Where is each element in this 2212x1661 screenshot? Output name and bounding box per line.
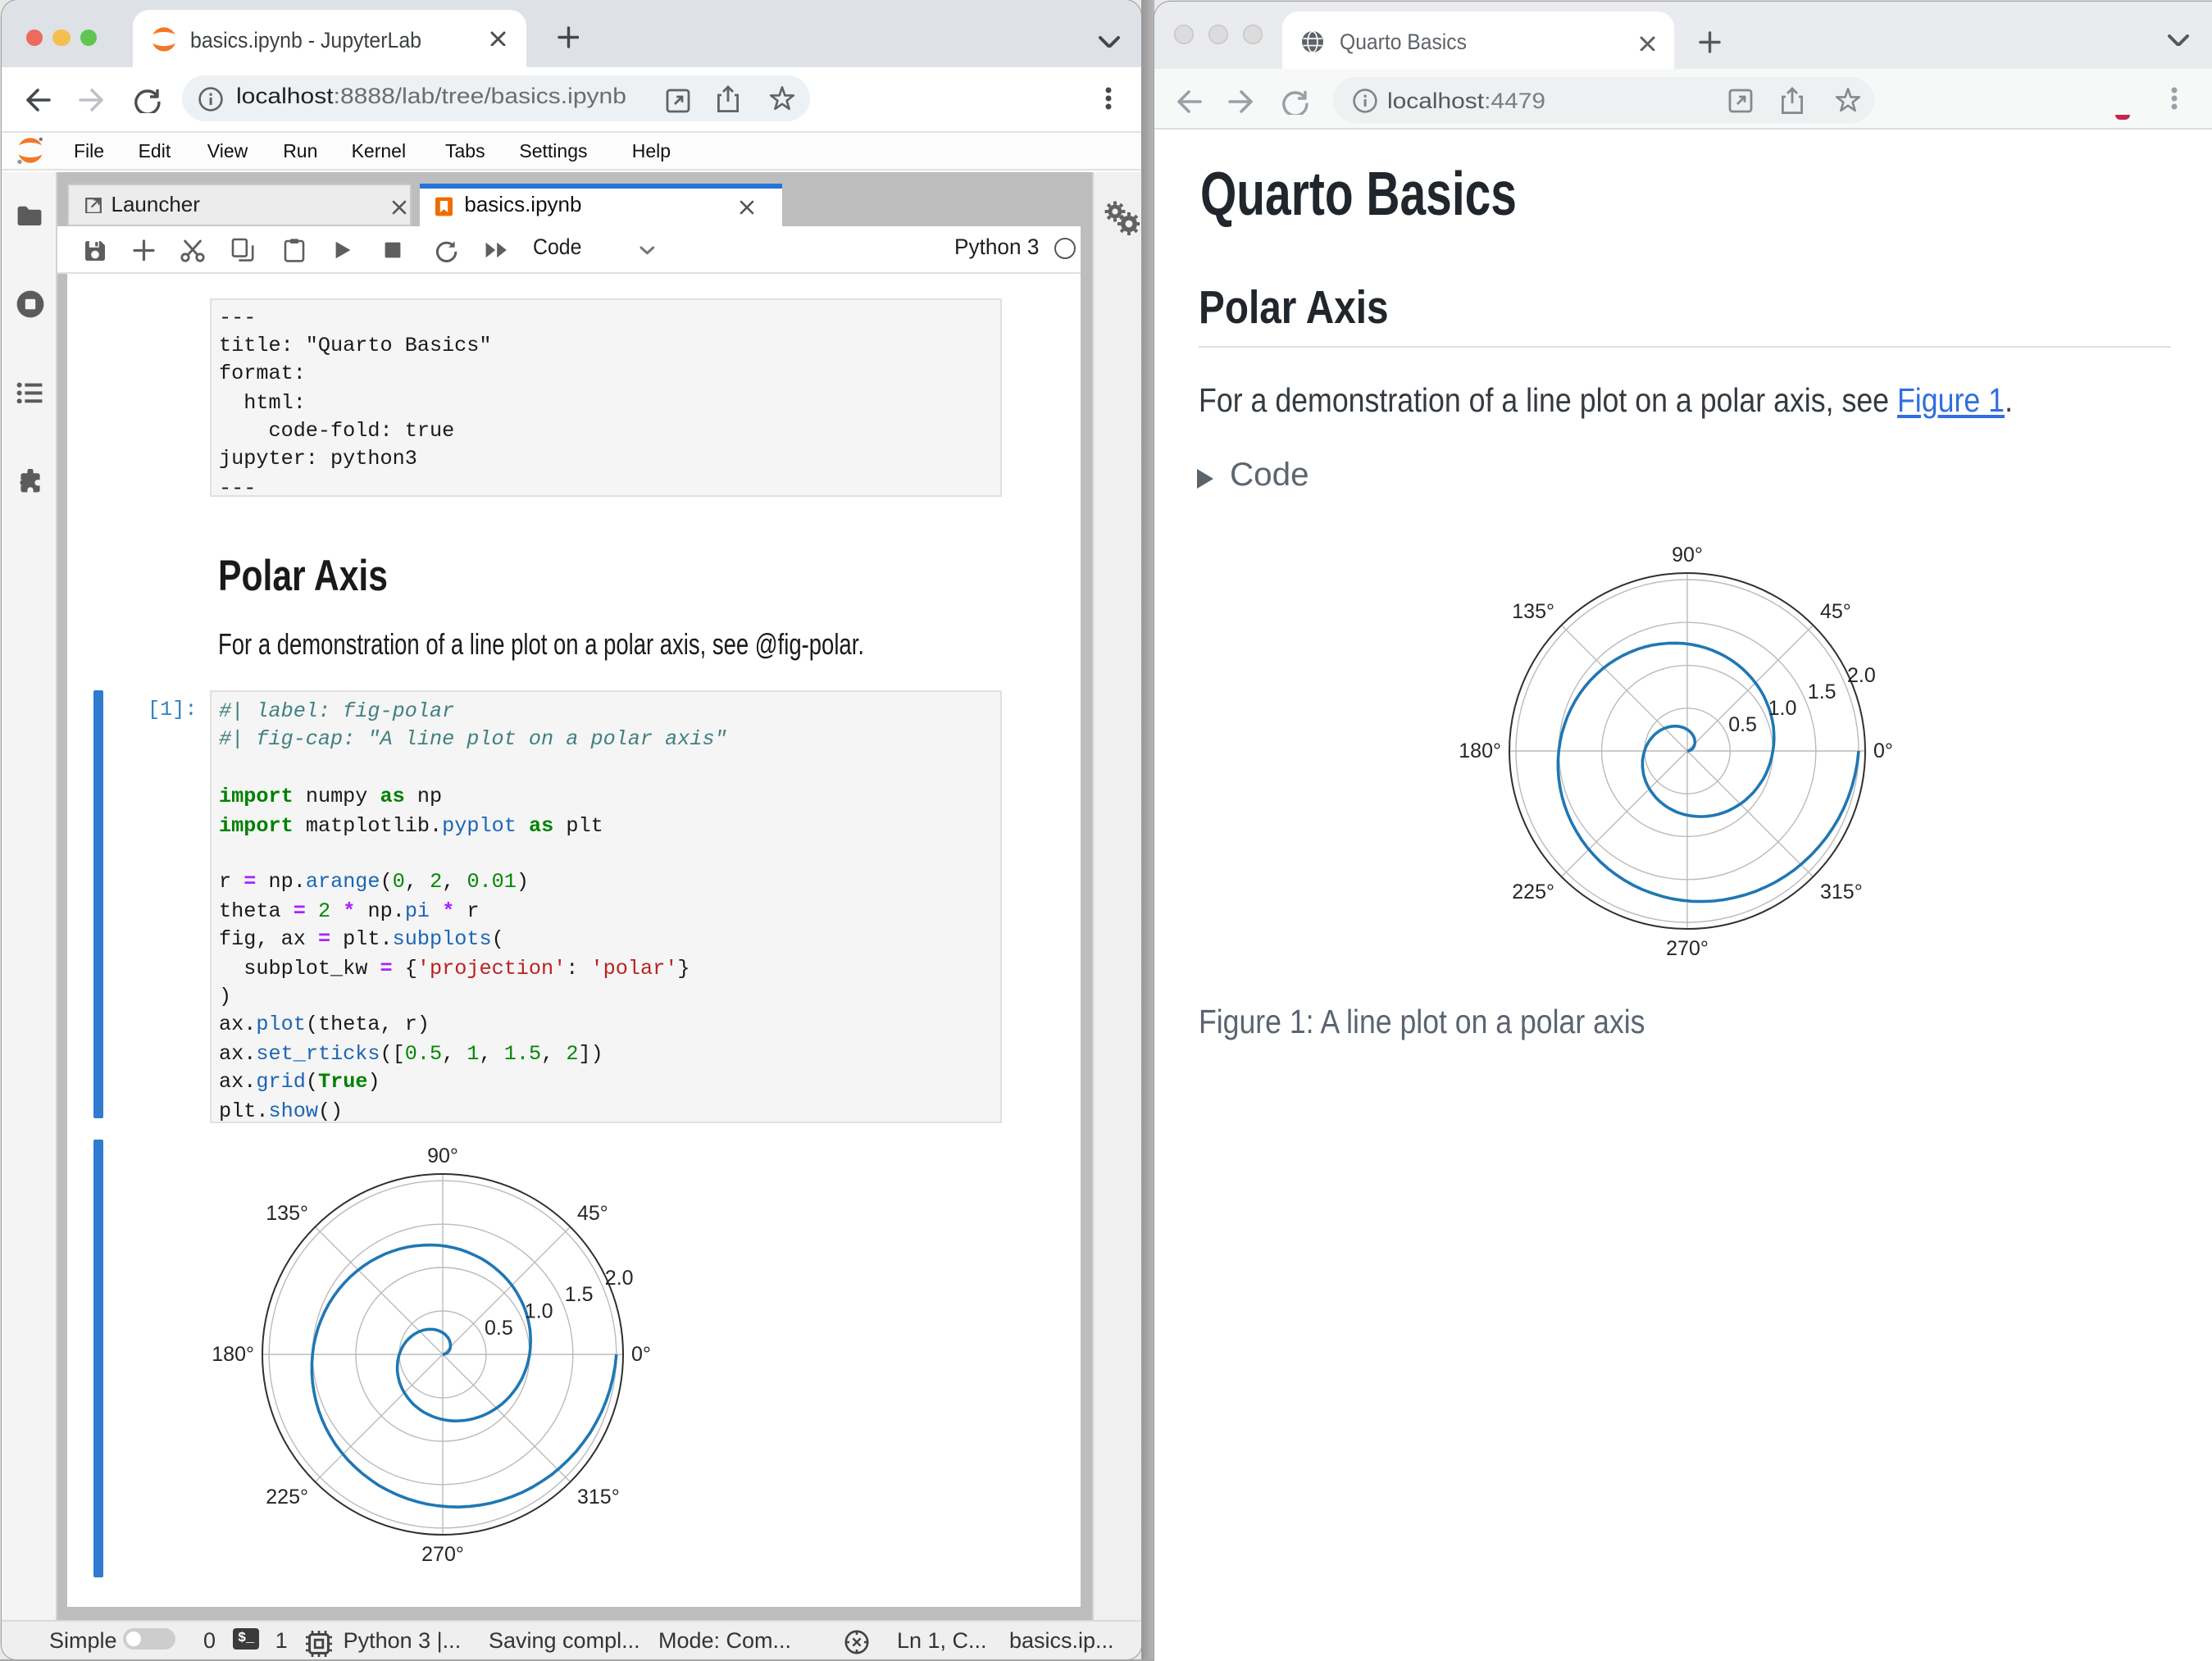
svg-text:1.5: 1.5 [564,1282,593,1305]
svg-text:0.5: 0.5 [1728,713,1757,736]
svg-text:135°: 135° [265,1201,307,1224]
svg-text:90°: 90° [1672,544,1703,567]
svg-text:1.5: 1.5 [1808,680,1837,703]
svg-text:0°: 0° [630,1342,650,1365]
svg-text:90°: 90° [426,1144,457,1167]
svg-text:225°: 225° [265,1485,307,1508]
svg-text:2.0: 2.0 [1847,664,1876,687]
svg-text:315°: 315° [576,1485,619,1508]
svg-text:45°: 45° [1820,600,1851,623]
svg-text:135°: 135° [1512,600,1554,623]
svg-text:1.0: 1.0 [524,1299,553,1322]
svg-text:2.0: 2.0 [604,1266,633,1289]
svg-text:180°: 180° [211,1342,253,1365]
svg-text:270°: 270° [421,1542,463,1565]
svg-text:315°: 315° [1820,881,1863,903]
svg-text:1.0: 1.0 [1768,697,1797,720]
svg-text:225°: 225° [1512,881,1554,903]
svg-text:45°: 45° [576,1201,608,1224]
svg-text:270°: 270° [1666,937,1709,960]
svg-text:0°: 0° [1873,739,1893,762]
svg-text:0.5: 0.5 [484,1316,512,1339]
svg-text:180°: 180° [1459,739,1501,762]
